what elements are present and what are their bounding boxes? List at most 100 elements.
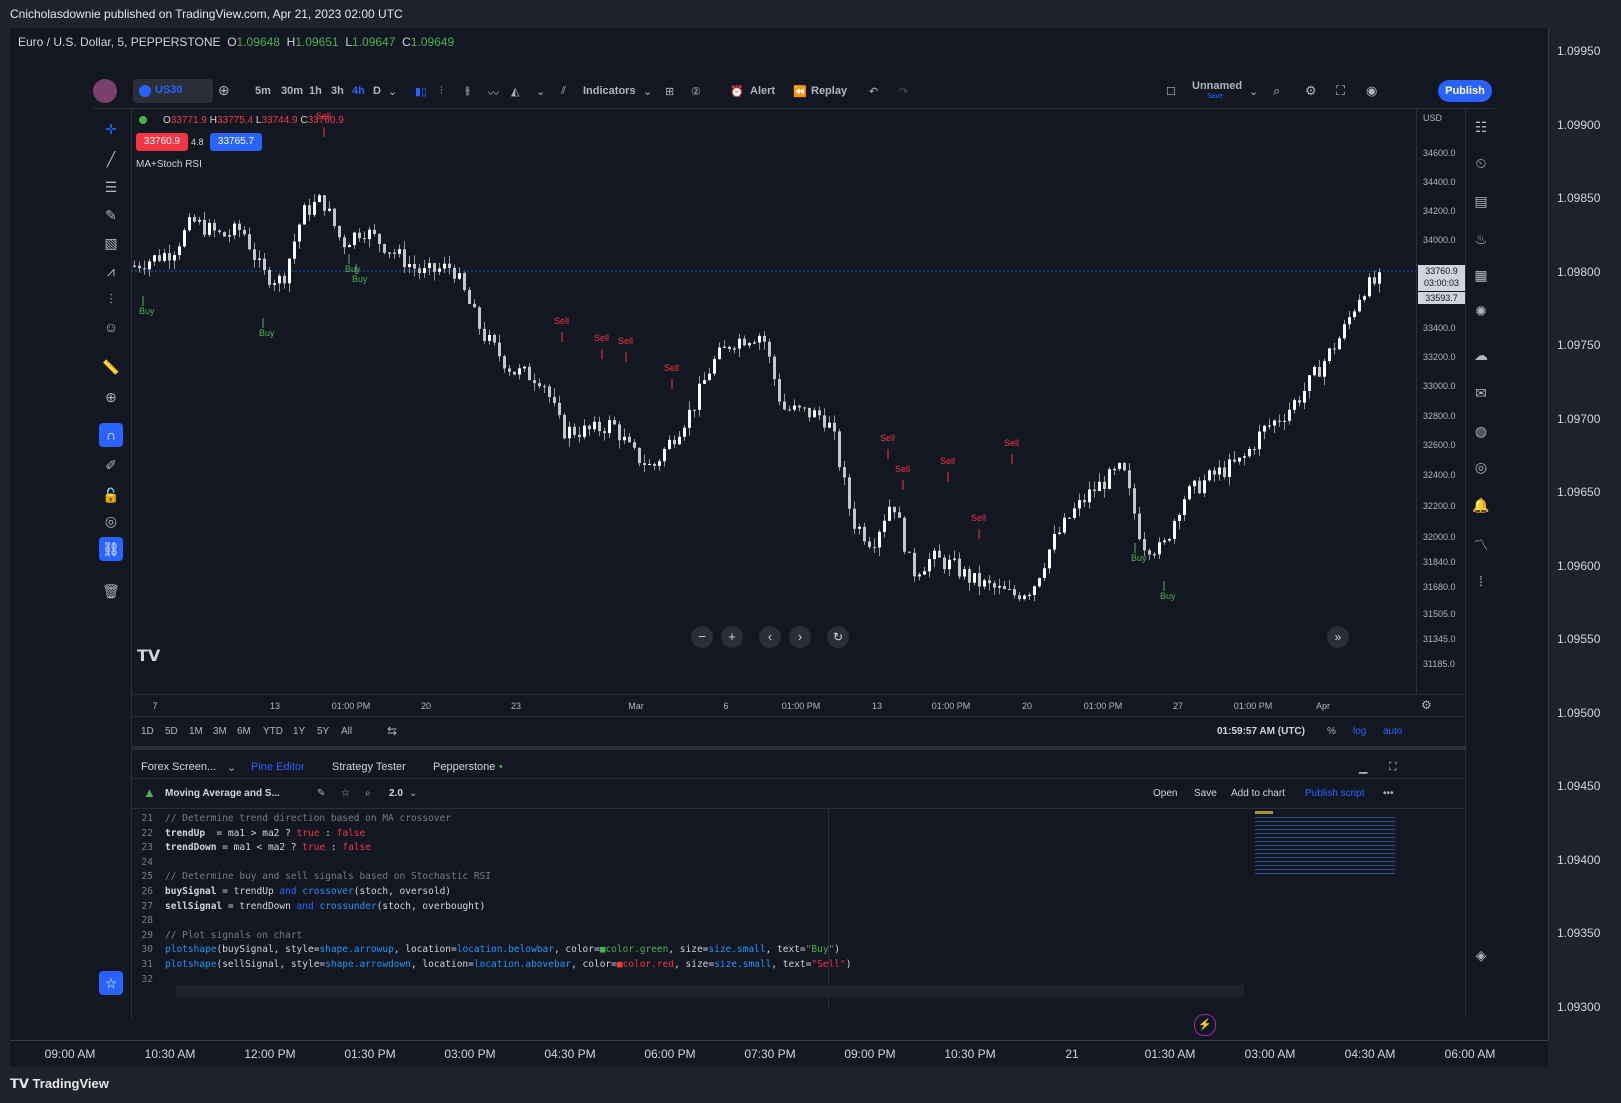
code-line[interactable]: 29 // Plot signals on chart: [131, 930, 303, 945]
interval-1h[interactable]: 1h: [309, 85, 322, 97]
interval-3h[interactable]: 3h: [331, 85, 344, 97]
hollow-candles-icon[interactable]: ⫵: [465, 85, 470, 98]
replay-icon[interactable]: ⏪: [793, 85, 807, 98]
save-button[interactable]: Save: [1194, 788, 1217, 799]
code-line[interactable]: 28: [131, 915, 165, 930]
tab-strategy-tester[interactable]: Strategy Tester: [332, 761, 406, 773]
tradingview-brand[interactable]: 𝗧𝗩 TradingView: [10, 1076, 109, 1092]
auto-toggle[interactable]: auto: [1383, 726, 1402, 737]
area-icon[interactable]: ◭: [511, 85, 519, 98]
code-line[interactable]: 23 trendDown = ma1 < ma2 ? true : false: [131, 842, 371, 857]
ruler-icon[interactable]: 📏: [99, 355, 123, 379]
tab-pine-editor[interactable]: Pine Editor: [251, 761, 305, 773]
zoom-in-icon[interactable]: +: [721, 626, 743, 648]
zoom-in-icon[interactable]: ⊕: [99, 385, 123, 409]
code-line[interactable]: 27 sellSignal = trendDown and crossunder(…: [131, 901, 486, 916]
goto-date-icon[interactable]: ⇆: [387, 724, 397, 738]
settings-gear-icon[interactable]: ⚙: [1305, 83, 1317, 99]
dom-icon[interactable]: ⁞: [1469, 569, 1493, 593]
layout-dropdown-icon[interactable]: ⌄: [1249, 85, 1258, 98]
sell-button[interactable]: 33760.9: [136, 133, 188, 151]
code-line[interactable]: 30 plotshape(buySignal, style=shape.arrow…: [131, 944, 840, 959]
emoji-icon[interactable]: ☺: [99, 315, 123, 339]
range-YTD[interactable]: YTD: [263, 726, 283, 737]
interval-D[interactable]: D: [373, 85, 381, 97]
edit-pencil-icon[interactable]: ✎: [317, 788, 325, 799]
hotlist-fire-icon[interactable]: ♨: [1469, 227, 1493, 251]
alerts-clock-icon[interactable]: ⏲: [1469, 151, 1493, 175]
magnet-icon[interactable]: ∩: [99, 423, 123, 447]
trend-icon[interactable]: 〽: [1469, 533, 1493, 557]
outer-price-scale[interactable]: 1.09950 1.09900 1.09850 1.09800 1.09750 1.097…: [1548, 28, 1621, 1040]
code-line[interactable]: 22 trendUp = ma1 > ma2 ? true : false: [131, 828, 366, 843]
script-name[interactable]: Moving Average and S...: [165, 788, 280, 799]
layout-save-hint[interactable]: Save: [1207, 93, 1223, 100]
search-icon[interactable]: ⌕: [1273, 83, 1280, 99]
reset-chart-icon[interactable]: ↻: [827, 626, 849, 648]
tab-forex-screener[interactable]: Forex Screen...: [141, 761, 216, 773]
main-chart-canvas[interactable]: BuyBuyBuyBuyBuyBuySellSellSell SellSellSe…: [131, 109, 1416, 694]
publish-button[interactable]: Publish: [1438, 80, 1492, 102]
scroll-to-realtime-icon[interactable]: »: [1327, 626, 1349, 648]
range-All[interactable]: All: [341, 726, 352, 737]
zoom-out-icon[interactable]: −: [691, 626, 713, 648]
inner-time-scale[interactable]: ⚙ 7 13 01:00 PM 20 23 Mar 6 01:00 PM 13 01:00 PM 2…: [131, 694, 1465, 717]
compare-add-icon[interactable]: ⊕: [218, 82, 230, 99]
lock-drawing-icon[interactable]: ✐: [99, 453, 123, 477]
image-icon[interactable]: ▧: [99, 231, 123, 255]
link-icon[interactable]: ⛓: [99, 537, 123, 561]
alert-icon[interactable]: ⏰: [730, 85, 744, 98]
crosshair-icon[interactable]: ✛: [99, 117, 123, 141]
scale-settings-icon[interactable]: ⚙: [1421, 698, 1432, 712]
interval-30m[interactable]: 30m: [281, 85, 303, 97]
range-5D[interactable]: 5D: [165, 726, 178, 737]
help-bulb-icon[interactable]: ◍: [1469, 419, 1493, 443]
messages-icon[interactable]: ✉: [1469, 381, 1493, 405]
snapshot-camera-icon[interactable]: ◉: [1366, 83, 1377, 99]
tab-dropdown-icon[interactable]: ⌄: [227, 761, 236, 774]
currency-label[interactable]: USD: [1423, 113, 1442, 123]
avatar[interactable]: [93, 79, 117, 103]
chart-type-dropdown-icon[interactable]: ⌄: [536, 85, 545, 98]
data-window-icon[interactable]: ▤: [1469, 189, 1493, 213]
log-toggle[interactable]: log: [1353, 726, 1366, 737]
favorite-star-icon[interactable]: ☆: [341, 788, 350, 799]
code-line[interactable]: 25 // Determine buy and sell signals base…: [131, 871, 491, 886]
layers-icon[interactable]: ◈: [1469, 943, 1493, 967]
replay-button[interactable]: Replay: [811, 85, 847, 97]
interval-5m[interactable]: 5m: [255, 85, 271, 97]
redo-icon[interactable]: ↷: [899, 85, 908, 98]
broadcast-icon[interactable]: ◎: [1469, 455, 1493, 479]
range-1Y[interactable]: 1Y: [293, 726, 305, 737]
range-3M[interactable]: 3M: [213, 726, 227, 737]
minimize-panel-icon[interactable]: ▁: [1359, 761, 1367, 774]
script-search-icon[interactable]: ⌕: [365, 788, 371, 799]
code-line[interactable]: 21 // Determine trend direction based on …: [131, 813, 451, 828]
trendline-icon[interactable]: ╱: [99, 147, 123, 171]
layout-name[interactable]: Unnamed: [1192, 80, 1242, 92]
version-select[interactable]: 2.0: [389, 788, 403, 799]
code-line[interactable]: 26 buySignal = trendUp and crossover(stoc…: [131, 886, 451, 901]
brush-icon[interactable]: ✎: [99, 203, 123, 227]
more-options-icon[interactable]: •••: [1383, 788, 1394, 799]
trash-icon[interactable]: 🗑: [99, 579, 123, 603]
undo-icon[interactable]: ↶: [869, 85, 878, 98]
indicators-button[interactable]: Indicators: [583, 85, 636, 97]
forecast-icon[interactable]: ⫶: [99, 287, 123, 311]
indicators-dropdown-icon[interactable]: ⌄: [643, 85, 652, 98]
templates-icon[interactable]: ⊞: [665, 85, 674, 98]
layout-count-icon[interactable]: ②: [691, 85, 701, 98]
candles-icon[interactable]: ▮▯: [415, 85, 427, 98]
buy-button[interactable]: 33765.7: [210, 133, 262, 151]
percent-toggle[interactable]: %: [1327, 726, 1336, 737]
indicator-legend[interactable]: MA+Stoch RSI: [136, 159, 202, 170]
range-5Y[interactable]: 5Y: [317, 726, 329, 737]
watchlist-icon[interactable]: ☷: [1469, 115, 1493, 139]
lock-icon[interactable]: 🔓: [99, 483, 123, 507]
code-line[interactable]: 31 plotshape(sellSignal, style=shape.arro…: [131, 959, 852, 974]
version-dropdown-icon[interactable]: ⌄: [409, 788, 417, 799]
interval-4h[interactable]: 4h: [352, 85, 365, 97]
publish-script-button[interactable]: Publish script: [1305, 788, 1364, 799]
interval-dropdown-icon[interactable]: ⌄: [388, 85, 397, 98]
indicators-icon[interactable]: ⫽: [561, 85, 566, 98]
